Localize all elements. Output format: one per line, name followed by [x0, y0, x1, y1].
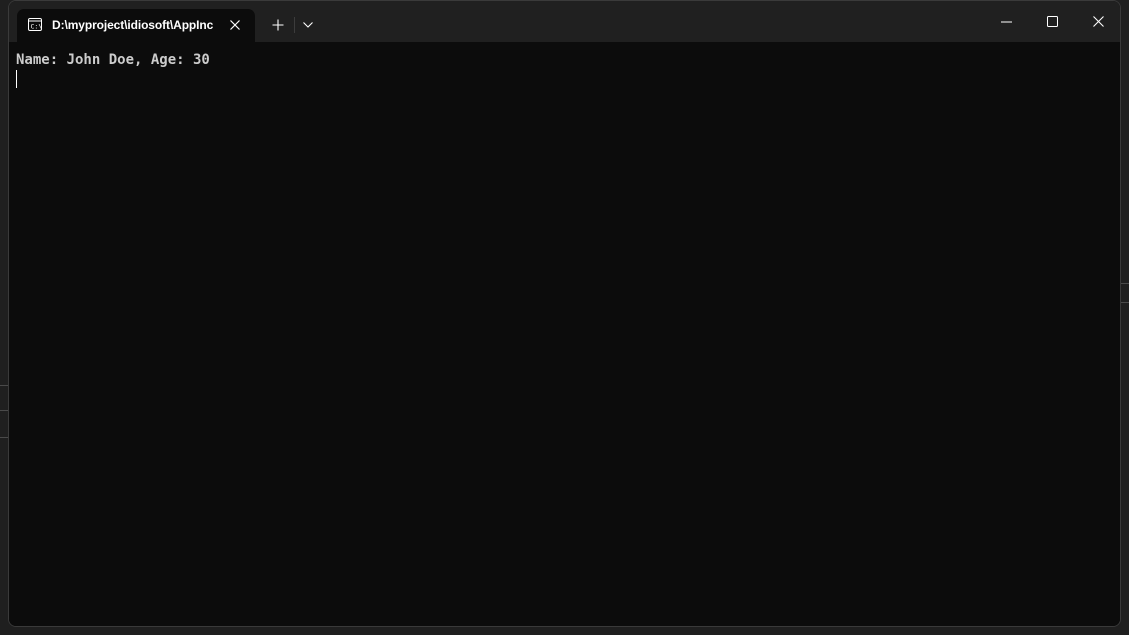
- minimize-button[interactable]: [983, 1, 1029, 42]
- tab-title: D:\myproject\idiosoft\AppInc: [52, 18, 214, 32]
- chevron-down-icon: [303, 22, 313, 28]
- close-window-button[interactable]: [1075, 1, 1120, 42]
- terminal-output-line: Name: John Doe, Age: 30: [16, 52, 210, 68]
- new-tab-button[interactable]: [267, 14, 289, 36]
- maximize-button[interactable]: [1029, 1, 1075, 42]
- desktop-edge-line: [0, 410, 8, 411]
- desktop-edge-line: [1121, 302, 1129, 303]
- terminal-output-area[interactable]: Name: John Doe, Age: 30: [9, 42, 1120, 626]
- terminal-window: C:\ D:\myproject\idiosoft\AppInc Name: J…: [8, 0, 1121, 627]
- maximize-icon: [1046, 16, 1058, 27]
- title-bar[interactable]: C:\ D:\myproject\idiosoft\AppInc: [9, 1, 1120, 42]
- plus-icon: [272, 19, 284, 31]
- svg-text:C:\: C:\: [31, 23, 43, 31]
- desktop-edge-line: [1121, 283, 1129, 284]
- tab-dropdown-button[interactable]: [297, 14, 319, 36]
- tab-divider: [294, 17, 295, 33]
- terminal-icon: C:\: [28, 18, 42, 31]
- text-cursor: [16, 70, 17, 88]
- desktop-edge-line: [0, 385, 8, 386]
- close-tab-icon[interactable]: [225, 15, 245, 35]
- tab-active[interactable]: C:\ D:\myproject\idiosoft\AppInc: [17, 9, 255, 42]
- minimize-icon: [1000, 21, 1012, 22]
- desktop-edge-line: [0, 437, 8, 438]
- close-icon: [1092, 16, 1104, 27]
